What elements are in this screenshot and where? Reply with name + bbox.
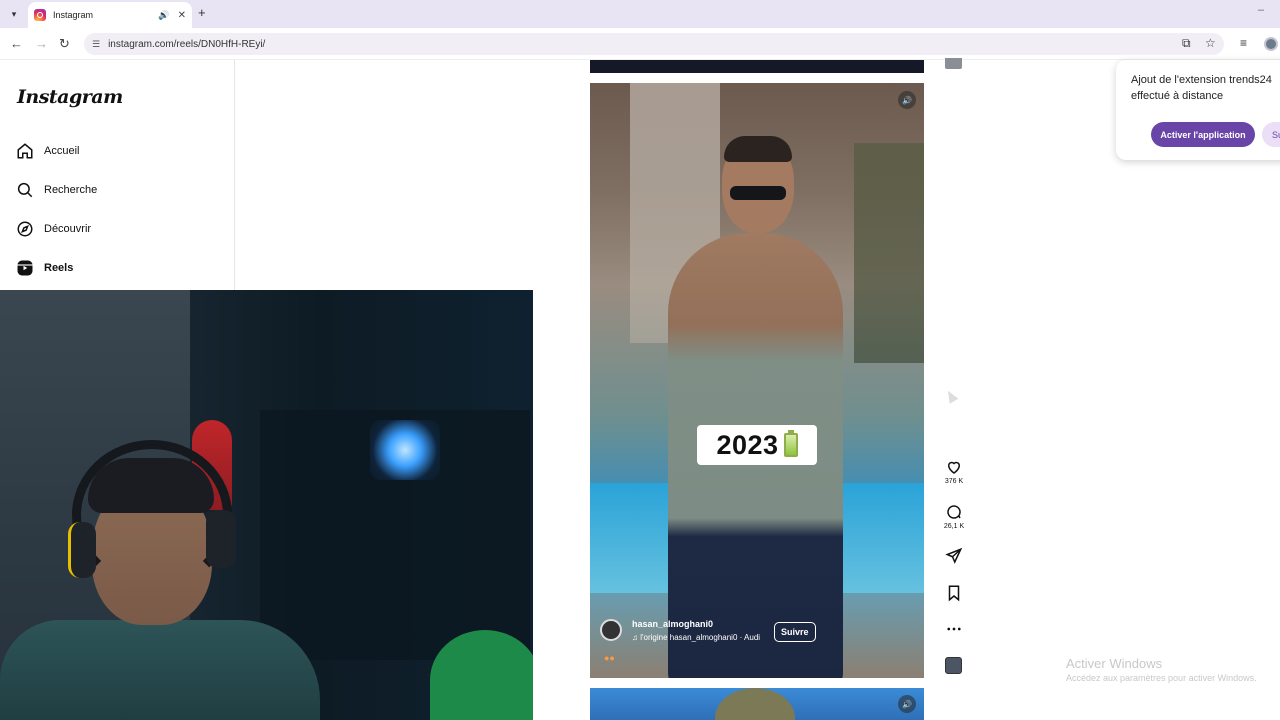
more-dots-icon xyxy=(947,627,961,631)
next-reel-preview[interactable]: 🔊 xyxy=(590,688,924,720)
sidebar-item-search[interactable]: Recherche xyxy=(16,181,97,199)
reel-author-avatar[interactable] xyxy=(600,619,622,641)
search-icon xyxy=(17,182,33,198)
install-app-icon[interactable]: ⧉ xyxy=(1182,36,1191,51)
reels-icon xyxy=(17,260,33,276)
year-sticker: 2023 xyxy=(697,425,817,465)
home-icon xyxy=(17,143,33,159)
next-mute-toggle-icon[interactable]: 🔊 xyxy=(898,695,916,713)
comment-icon xyxy=(947,505,961,519)
forward-arrow-icon[interactable]: → xyxy=(35,36,48,51)
reload-icon[interactable]: ↻ xyxy=(59,36,70,52)
previous-audio-thumbnail[interactable] xyxy=(945,58,962,69)
extension-notification: Ajout de l'extension trends24 effectué à… xyxy=(1116,60,1280,160)
browser-tab[interactable]: Instagram 🔊 ✕ xyxy=(28,2,192,28)
webcam-blue-light xyxy=(370,420,440,480)
sidebar-item-label: Accueil xyxy=(44,145,80,157)
webcam-chair xyxy=(430,630,533,720)
heart-icon xyxy=(947,461,961,474)
instagram-logo[interactable]: Instagram xyxy=(17,86,123,108)
watermark-subtitle: Accédez aux paramètres pour activer Wind… xyxy=(1066,673,1257,683)
tab-title: Instagram xyxy=(53,10,94,20)
address-bar-row: ← → ↻ ☰ instagram.com/reels/DN0HfH-REyi/… xyxy=(0,28,1280,60)
instagram-sidebar: Instagram Accueil Recherche Découvrir Re… xyxy=(0,60,235,290)
sidebar-item-home[interactable]: Accueil xyxy=(16,142,79,160)
bookmark-star-icon[interactable]: ☆ xyxy=(1205,36,1216,50)
browser-tab-bar: ▾ Instagram 🔊 ✕ + – xyxy=(0,0,1280,28)
more-options-action[interactable] xyxy=(942,620,966,638)
share-action[interactable] xyxy=(942,547,966,565)
secondary-button[interactable]: Su xyxy=(1262,122,1280,147)
share-icon xyxy=(945,547,963,564)
next-reel-figure xyxy=(715,688,795,720)
mute-toggle-icon[interactable]: 🔊 xyxy=(898,91,916,109)
url-text: instagram.com/reels/DN0HfH-REyi/ xyxy=(108,38,266,50)
bookmark-icon xyxy=(948,585,960,602)
watermark-title: Activer Windows xyxy=(1066,656,1163,671)
battery-icon xyxy=(783,430,798,457)
minimize-icon[interactable]: – xyxy=(1258,4,1264,16)
reel-audio-info[interactable]: ♫ l'origine hasan_almoghani0 · Audi xyxy=(632,633,760,642)
reel-audio-text: l'origine hasan_almoghani0 · Audi xyxy=(640,633,761,642)
close-tab-icon[interactable]: ✕ xyxy=(178,10,186,21)
url-field[interactable]: ☰ instagram.com/reels/DN0HfH-REyi/ xyxy=(84,33,1224,55)
comment-action[interactable]: 26,1 K xyxy=(942,503,966,530)
like-action[interactable]: 376 K xyxy=(942,458,966,485)
webcam-headset-ear-right xyxy=(206,510,236,568)
save-action[interactable] xyxy=(942,584,966,602)
sidebar-item-reels[interactable]: Reels xyxy=(16,259,73,277)
webcam-headset-ear-left xyxy=(68,522,96,578)
speaker-icon[interactable]: 🔊 xyxy=(158,10,169,21)
sidebar-item-label: Découvrir xyxy=(44,223,92,235)
instagram-favicon-icon xyxy=(34,9,46,21)
profile-avatar[interactable] xyxy=(1264,37,1278,51)
extension-message: Ajout de l'extension trends24 effectué à… xyxy=(1131,74,1272,102)
webcam-overlay xyxy=(0,290,533,720)
media-control-icon[interactable]: ≡ xyxy=(1240,36,1247,50)
site-info-icon[interactable]: ☰ xyxy=(92,39,100,50)
reel-bg-plants xyxy=(854,143,924,363)
sidebar-item-label: Reels xyxy=(44,262,74,274)
reel-footer: hasan_almoghani0 ♫ l'origine hasan_almog… xyxy=(600,619,914,669)
compass-icon xyxy=(17,221,33,237)
audio-thumbnail[interactable] xyxy=(945,657,962,674)
comment-count: 26,1 K xyxy=(943,523,965,530)
year-text: 2023 xyxy=(716,429,779,460)
activate-app-button[interactable]: Activer l'application xyxy=(1151,122,1255,147)
back-arrow-icon[interactable]: ← xyxy=(10,36,23,51)
sidebar-item-explore[interactable]: Découvrir xyxy=(16,220,91,238)
reel-person-sunglasses xyxy=(730,186,786,200)
windows-activation-watermark: Activer Windows Accédez aux paramètres p… xyxy=(1066,656,1257,683)
reel-person-hair xyxy=(724,136,792,162)
new-tab-button[interactable]: + xyxy=(198,5,206,20)
sidebar-item-label: Recherche xyxy=(44,184,98,196)
reel-caption-emoji-icon: ●● xyxy=(604,653,615,663)
previous-reel-edge[interactable] xyxy=(590,60,924,73)
follow-button[interactable]: Suivre xyxy=(774,622,816,642)
webcam-person-body xyxy=(0,620,320,720)
tab-search-chevron-icon[interactable]: ▾ xyxy=(6,6,22,22)
reel-username[interactable]: hasan_almoghani0 xyxy=(632,619,713,629)
mouse-cursor-icon xyxy=(943,388,959,404)
reel-video[interactable]: 🔊 2023 hasan_almoghani0 ♫ l'origine hasa… xyxy=(590,83,924,678)
like-count: 376 K xyxy=(944,478,964,485)
